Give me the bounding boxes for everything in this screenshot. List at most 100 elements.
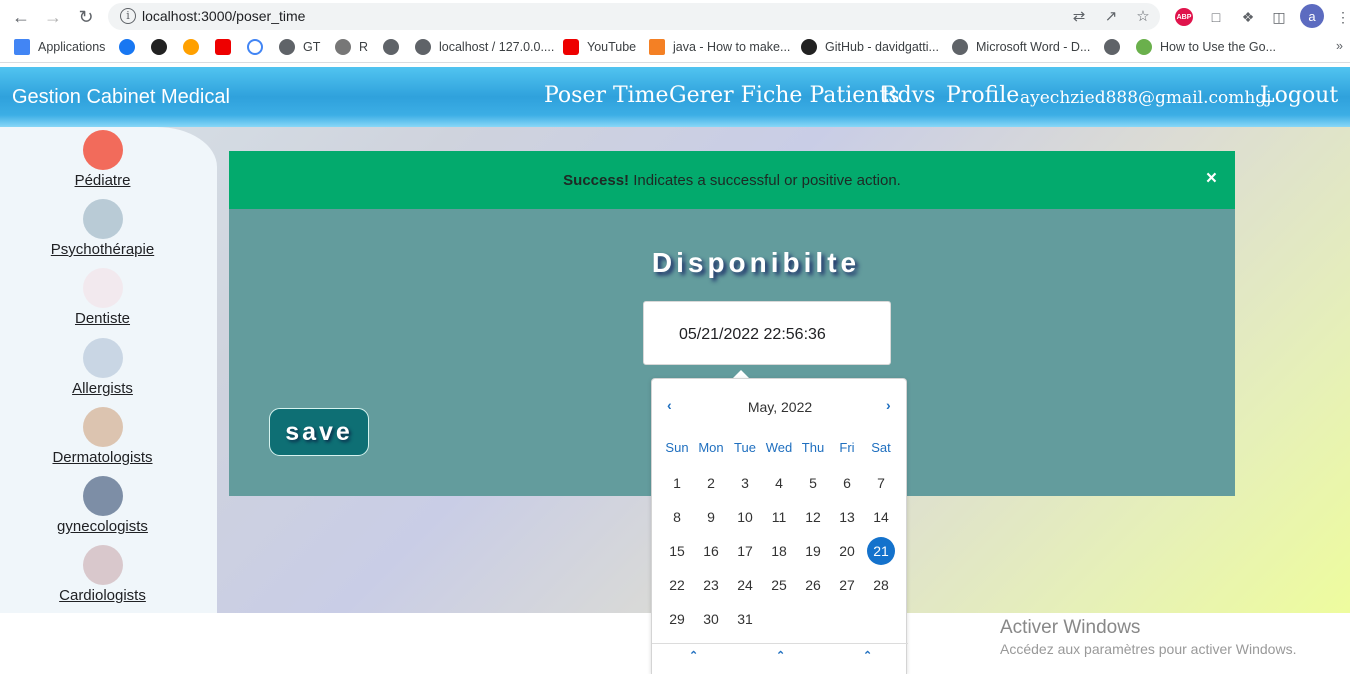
app-navbar: Gestion Cabinet Medical Poser Time Gerer… bbox=[0, 67, 1350, 127]
brand-title[interactable]: Gestion Cabinet Medical bbox=[12, 86, 230, 109]
nav-logout[interactable]: Logout bbox=[1260, 83, 1338, 108]
calendar-day-31[interactable]: 31 bbox=[730, 605, 760, 633]
extension-icon[interactable]: □ bbox=[1205, 6, 1227, 28]
increment-second-icon[interactable]: ⌃ bbox=[863, 649, 872, 662]
bookmark-localhost[interactable]: localhost / 127.0.0.... bbox=[415, 39, 554, 55]
sidebar-item-pediatre[interactable]: Pédiatre bbox=[0, 130, 205, 189]
calendar-day-1[interactable]: 1 bbox=[662, 469, 692, 497]
nav-profile[interactable]: Profile bbox=[946, 83, 1019, 108]
increment-hour-icon[interactable]: ⌃ bbox=[689, 649, 698, 662]
datetime-input[interactable]: 05/21/2022 22:56:36 bbox=[643, 301, 891, 365]
calendar-day-16[interactable]: 16 bbox=[696, 537, 726, 565]
bookmark-facebook[interactable] bbox=[119, 39, 143, 55]
bookmark-firebase[interactable] bbox=[183, 39, 207, 55]
calendar-day-28[interactable]: 28 bbox=[866, 571, 896, 599]
address-bar[interactable]: i localhost:3000/poser_time ⇄ ↗ ☆ bbox=[108, 3, 1160, 30]
alert-body: Indicates a successful or positive actio… bbox=[629, 172, 901, 189]
bookmark-youtube-short[interactable] bbox=[215, 39, 239, 55]
sidebar-item-label[interactable]: Psychothérapie bbox=[0, 241, 205, 258]
calendar-day-27[interactable]: 27 bbox=[832, 571, 862, 599]
bookmark-github[interactable] bbox=[151, 39, 175, 55]
nav-gerer-fiche-patients[interactable]: Gerer Fiche Patients bbox=[669, 83, 900, 108]
calendar-day-20[interactable]: 20 bbox=[832, 537, 862, 565]
side-panel-icon[interactable]: ◫ bbox=[1268, 6, 1290, 28]
calendar-day-9[interactable]: 9 bbox=[696, 503, 726, 531]
nav-poser-time[interactable]: Poser Time bbox=[544, 83, 669, 108]
adblock-icon[interactable]: ABP bbox=[1175, 8, 1193, 26]
bookmark-howto[interactable]: How to Use the Go... bbox=[1136, 39, 1276, 55]
profile-avatar[interactable]: a bbox=[1300, 4, 1324, 28]
nav-rdvs[interactable]: Rdvs bbox=[881, 83, 935, 108]
calendar-day-5[interactable]: 5 bbox=[798, 469, 828, 497]
url-text[interactable]: localhost:3000/poser_time bbox=[142, 8, 305, 24]
calendar-day-26[interactable]: 26 bbox=[798, 571, 828, 599]
bookmark-java[interactable]: java - How to make... bbox=[649, 39, 790, 55]
bookmark-globe[interactable] bbox=[383, 39, 407, 55]
bookmark-gt[interactable]: GT bbox=[279, 39, 320, 55]
sidebar-item-label[interactable]: Dentiste bbox=[0, 310, 205, 327]
bookmarks-overflow-icon[interactable]: » bbox=[1336, 39, 1343, 53]
calendar-day-7[interactable]: 7 bbox=[866, 469, 896, 497]
bookmark-r[interactable]: R bbox=[335, 39, 368, 55]
calendar-day-17[interactable]: 17 bbox=[730, 537, 760, 565]
reload-icon[interactable]: ↻ bbox=[73, 4, 99, 30]
calendar-day-21[interactable]: 21 bbox=[867, 537, 895, 565]
sidebar-item-dentiste[interactable]: Dentiste bbox=[0, 268, 205, 327]
sidebar-item-label[interactable]: Cardiologists bbox=[0, 587, 205, 604]
back-icon[interactable]: ← bbox=[8, 4, 34, 30]
sidebar-item-psychotherapie[interactable]: Psychothérapie bbox=[0, 199, 205, 258]
calendar-day-14[interactable]: 14 bbox=[866, 503, 896, 531]
google-icon bbox=[247, 39, 263, 55]
calendar-day-4[interactable]: 4 bbox=[764, 469, 794, 497]
globe-icon bbox=[415, 39, 431, 55]
bookmark-apps[interactable]: Applications bbox=[14, 39, 105, 55]
calendar-day-12[interactable]: 12 bbox=[798, 503, 828, 531]
bookmark-youtube[interactable]: YouTube bbox=[563, 39, 636, 55]
save-button-label: save bbox=[285, 417, 353, 446]
sidebar-item-label[interactable]: Dermatologists bbox=[0, 449, 205, 466]
calendar-day-8[interactable]: 8 bbox=[662, 503, 692, 531]
close-icon[interactable]: × bbox=[1206, 168, 1217, 190]
calendar-day-6[interactable]: 6 bbox=[832, 469, 862, 497]
calendar-day-22[interactable]: 22 bbox=[662, 571, 692, 599]
menu-kebab-icon[interactable]: ⋮ bbox=[1332, 6, 1350, 28]
bookmark-word[interactable]: Microsoft Word - D... bbox=[952, 39, 1090, 55]
share-icon[interactable]: ↗ bbox=[1102, 8, 1120, 26]
calendar-day-13[interactable]: 13 bbox=[832, 503, 862, 531]
sidebar-item-label[interactable]: Pédiatre bbox=[0, 172, 205, 189]
translate-icon[interactable]: ⇄ bbox=[1070, 8, 1088, 26]
next-month-icon[interactable]: › bbox=[886, 397, 891, 413]
calendar-day-18[interactable]: 18 bbox=[764, 537, 794, 565]
gynecologists-image bbox=[82, 476, 123, 516]
calendar-day-15[interactable]: 15 bbox=[662, 537, 692, 565]
weekday-sat: Sat bbox=[871, 440, 891, 455]
leaf-icon bbox=[1136, 39, 1152, 55]
increment-minute-icon[interactable]: ⌃ bbox=[776, 649, 785, 662]
puzzle-icon[interactable]: ❖ bbox=[1237, 6, 1259, 28]
bookmark-google[interactable] bbox=[247, 39, 271, 55]
globe-icon bbox=[952, 39, 968, 55]
save-button[interactable]: save bbox=[269, 408, 369, 456]
month-label[interactable]: May, 2022 bbox=[652, 399, 908, 415]
bookmark-github-davidgatti[interactable]: GitHub - davidgatti... bbox=[801, 39, 939, 55]
calendar-day-29[interactable]: 29 bbox=[662, 605, 692, 633]
bookmark-star-icon[interactable]: ☆ bbox=[1134, 8, 1152, 26]
calendar-day-25[interactable]: 25 bbox=[764, 571, 794, 599]
calendar-day-19[interactable]: 19 bbox=[798, 537, 828, 565]
sidebar-item-label[interactable]: Allergists bbox=[0, 380, 205, 397]
calendar-day-24[interactable]: 24 bbox=[730, 571, 760, 599]
calendar-day-3[interactable]: 3 bbox=[730, 469, 760, 497]
sidebar-item-label[interactable]: gynecologists bbox=[0, 518, 205, 535]
site-info-icon[interactable]: i bbox=[120, 8, 136, 24]
calendar-day-2[interactable]: 2 bbox=[696, 469, 726, 497]
bookmark-globe-2[interactable] bbox=[1104, 39, 1128, 55]
sidebar-item-gynecologists[interactable]: gynecologists bbox=[0, 476, 205, 535]
calendar-day-10[interactable]: 10 bbox=[730, 503, 760, 531]
calendar-day-11[interactable]: 11 bbox=[764, 503, 794, 531]
sidebar-item-dermatologists[interactable]: Dermatologists bbox=[0, 407, 205, 466]
calendar-day-30[interactable]: 30 bbox=[696, 605, 726, 633]
calendar-day-23[interactable]: 23 bbox=[696, 571, 726, 599]
sidebar-item-allergists[interactable]: Allergists bbox=[0, 338, 205, 397]
forward-icon[interactable]: → bbox=[40, 4, 66, 30]
sidebar-item-cardiologists[interactable]: Cardiologists bbox=[0, 545, 205, 604]
